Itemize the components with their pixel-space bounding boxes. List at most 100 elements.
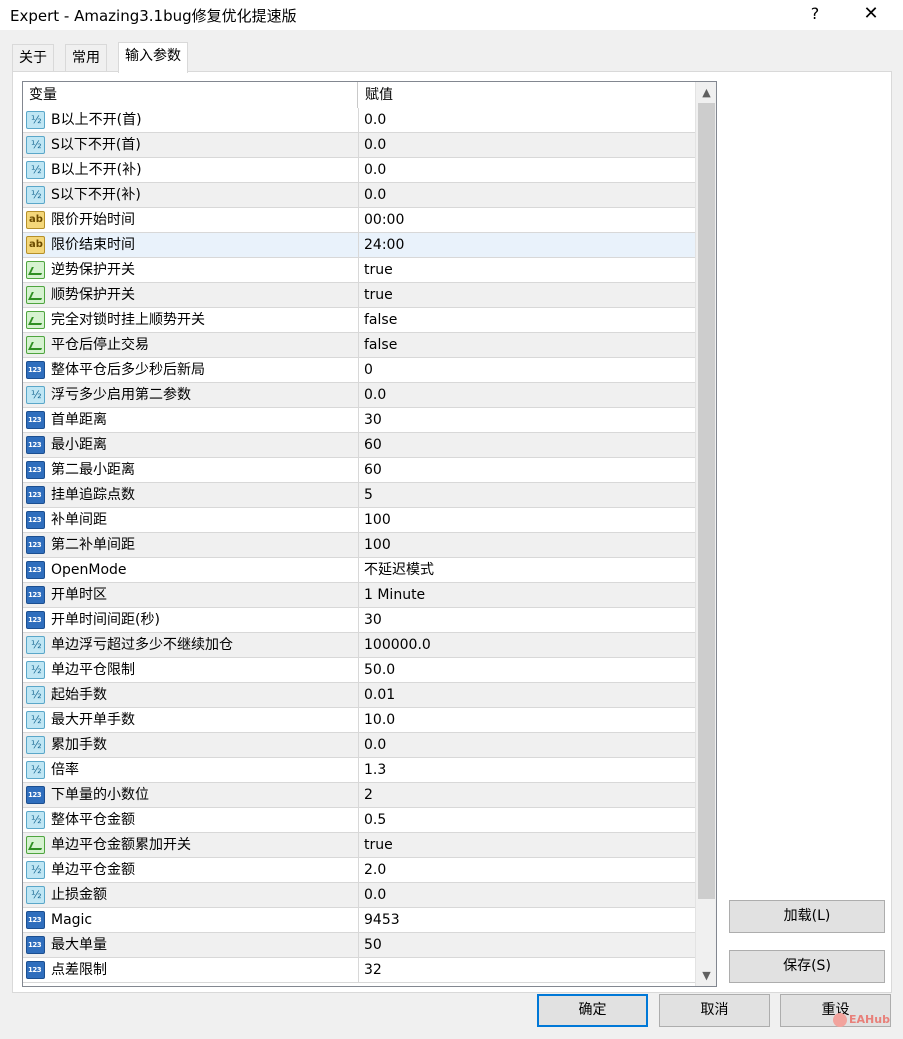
param-value[interactable]: true (364, 833, 694, 857)
table-row[interactable]: 第二补单间距 100 (23, 533, 695, 558)
table-row[interactable]: 起始手数 0.01 (23, 683, 695, 708)
param-value[interactable]: 0.0 (364, 183, 694, 207)
scroll-up-icon[interactable]: ▲ (696, 82, 716, 103)
table-row[interactable]: 点差限制 32 (23, 958, 695, 983)
column-divider (358, 633, 359, 657)
ok-button[interactable]: 确定 (537, 994, 648, 1027)
table-row[interactable]: 整体平仓金额 0.5 (23, 808, 695, 833)
bool-icon (26, 311, 45, 329)
cancel-button[interactable]: 取消 (659, 994, 770, 1027)
tab-about[interactable]: 关于 (12, 44, 54, 72)
scrollbar-thumb[interactable] (698, 103, 715, 899)
param-value[interactable]: 30 (364, 608, 694, 632)
tab-inputs[interactable]: 输入参数 (118, 42, 188, 73)
table-row[interactable]: 开单时区 1 Minute (23, 583, 695, 608)
param-value[interactable]: 1.3 (364, 758, 694, 782)
param-value[interactable]: 2.0 (364, 858, 694, 882)
bool-icon (26, 286, 45, 304)
param-value[interactable]: 0.01 (364, 683, 694, 707)
table-row[interactable]: B以上不开(补) 0.0 (23, 158, 695, 183)
table-row[interactable]: 平仓后停止交易 false (23, 333, 695, 358)
param-value[interactable]: false (364, 333, 694, 357)
param-value[interactable]: 9453 (364, 908, 694, 932)
param-value[interactable]: 50.0 (364, 658, 694, 682)
column-divider (358, 283, 359, 307)
int-icon (26, 536, 45, 554)
save-button[interactable]: 保存(S) (729, 950, 885, 983)
window-title: Expert - Amazing3.1bug修复优化提速版 (10, 7, 297, 25)
table-row[interactable]: 第二最小距离 60 (23, 458, 695, 483)
table-row[interactable]: S以下不开(补) 0.0 (23, 183, 695, 208)
param-name: 累加手数 (51, 737, 107, 753)
param-value[interactable]: 5 (364, 483, 694, 507)
param-value[interactable]: 50 (364, 933, 694, 957)
table-row[interactable]: 限价开始时间 00:00 (23, 208, 695, 233)
column-divider (358, 408, 359, 432)
table-row[interactable]: 顺势保护开关 true (23, 283, 695, 308)
param-value[interactable]: 0 (364, 358, 694, 382)
param-value[interactable]: 0.5 (364, 808, 694, 832)
header-variable[interactable]: 变量 (23, 82, 358, 108)
param-value[interactable]: 0.0 (364, 383, 694, 407)
param-value[interactable]: 100 (364, 533, 694, 557)
table-row[interactable]: 逆势保护开关 true (23, 258, 695, 283)
table-row[interactable]: Magic 9453 (23, 908, 695, 933)
table-row[interactable]: 最大单量 50 (23, 933, 695, 958)
param-value[interactable]: 32 (364, 958, 694, 982)
param-value[interactable]: 0.0 (364, 133, 694, 157)
header-value[interactable]: 赋值 (359, 82, 695, 108)
param-value[interactable]: 10.0 (364, 708, 694, 732)
table-row[interactable]: 倍率 1.3 (23, 758, 695, 783)
param-value[interactable]: 24:00 (364, 233, 694, 257)
table-row[interactable]: 首单距离 30 (23, 408, 695, 433)
table-row[interactable]: 完全对锁时挂上顺势开关 false (23, 308, 695, 333)
table-row[interactable]: 单边平仓金额累加开关 true (23, 833, 695, 858)
param-value[interactable]: 不延迟模式 (364, 558, 694, 582)
param-name: 开单时间间距(秒) (51, 612, 160, 628)
table-row[interactable]: 挂单追踪点数 5 (23, 483, 695, 508)
param-value[interactable]: false (364, 308, 694, 332)
vertical-scrollbar[interactable]: ▲ ▼ (695, 82, 716, 986)
table-row[interactable]: S以下不开(首) 0.0 (23, 133, 695, 158)
param-value[interactable]: 0.0 (364, 733, 694, 757)
watermark-text: EAHub (849, 1013, 890, 1026)
column-divider (358, 358, 359, 382)
param-value[interactable]: 100000.0 (364, 633, 694, 657)
param-name: 最小距离 (51, 437, 107, 453)
table-row[interactable]: 累加手数 0.0 (23, 733, 695, 758)
param-value[interactable]: 2 (364, 783, 694, 807)
table-row[interactable]: 浮亏多少启用第二参数 0.0 (23, 383, 695, 408)
load-button[interactable]: 加载(L) (729, 900, 885, 933)
column-divider (358, 958, 359, 982)
table-row[interactable]: 整体平仓后多少秒后新局 0 (23, 358, 695, 383)
param-value[interactable]: 0.0 (364, 883, 694, 907)
tab-common[interactable]: 常用 (65, 44, 107, 72)
param-value[interactable]: 0.0 (364, 158, 694, 182)
table-row[interactable]: 单边浮亏超过多少不继续加仓 100000.0 (23, 633, 695, 658)
param-value[interactable]: true (364, 258, 694, 282)
param-name: S以下不开(补) (51, 187, 141, 203)
table-row[interactable]: B以上不开(首) 0.0 (23, 108, 695, 133)
table-row[interactable]: 开单时间间距(秒) 30 (23, 608, 695, 633)
param-value[interactable]: 60 (364, 458, 694, 482)
table-row[interactable]: 下单量的小数位 2 (23, 783, 695, 808)
table-row[interactable]: 补单间距 100 (23, 508, 695, 533)
close-button[interactable]: ✕ (846, 0, 896, 30)
table-row[interactable]: 单边平仓金额 2.0 (23, 858, 695, 883)
param-value[interactable]: true (364, 283, 694, 307)
scroll-down-icon[interactable]: ▼ (696, 965, 716, 986)
param-value[interactable]: 60 (364, 433, 694, 457)
table-row[interactable]: 最大开单手数 10.0 (23, 708, 695, 733)
int-icon (26, 911, 45, 929)
param-value[interactable]: 30 (364, 408, 694, 432)
help-button[interactable]: ? (790, 0, 840, 30)
table-row[interactable]: 最小距离 60 (23, 433, 695, 458)
table-row[interactable]: 止损金额 0.0 (23, 883, 695, 908)
table-row[interactable]: 单边平仓限制 50.0 (23, 658, 695, 683)
table-row[interactable]: 限价结束时间 24:00 (23, 233, 695, 258)
param-value[interactable]: 100 (364, 508, 694, 532)
param-value[interactable]: 00:00 (364, 208, 694, 232)
param-value[interactable]: 0.0 (364, 108, 694, 132)
table-row[interactable]: OpenMode 不延迟模式 (23, 558, 695, 583)
param-value[interactable]: 1 Minute (364, 583, 694, 607)
